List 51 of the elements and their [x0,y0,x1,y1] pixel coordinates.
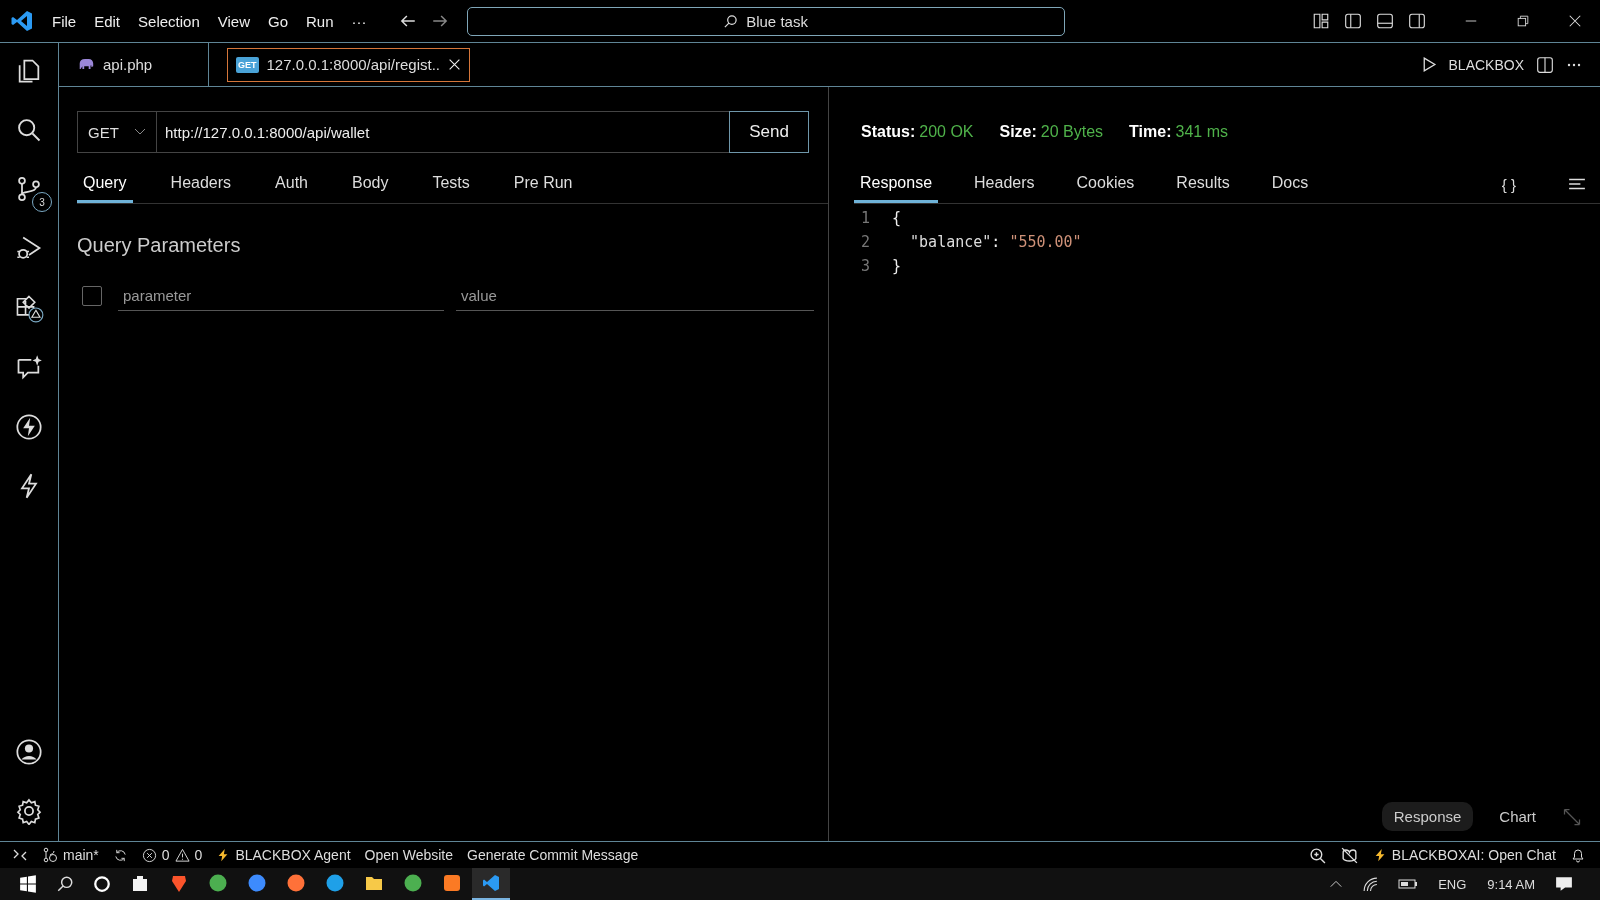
response-tab[interactable]: Results [1170,174,1236,203]
editor-tab[interactable]: GET 127.0.0.1:8000/api/regist.. [227,47,470,82]
method-badge: GET [236,56,259,73]
open-chat-status[interactable]: BLACKBOXAI: Open Chat [1372,847,1556,863]
branch-status[interactable]: main* [42,847,99,863]
line-number: 1 [860,209,872,227]
method-dropdown[interactable]: GET [77,111,157,153]
code-line: } [892,257,902,275]
response-tab[interactable]: Cookies [1070,174,1141,203]
stat-value: 341 ms [1175,123,1228,140]
request-tab[interactable]: Query [77,174,133,203]
response-tab[interactable]: Headers [968,174,1041,203]
code-line: { [892,209,902,227]
request-tab[interactable]: Pre Run [507,174,579,203]
view-toggle[interactable]: Response [1381,802,1474,831]
stat-value: 200 OK [919,123,974,140]
line-number: 3 [860,257,872,275]
stat-label: Time: [1129,123,1172,140]
menu-item[interactable]: File [52,12,77,30]
stat-label: Size: [999,123,1037,140]
send-button[interactable]: Send [729,111,809,153]
problems-status[interactable]: 0 0 [141,847,203,863]
menu-item[interactable]: Go [268,12,288,30]
request-tab[interactable]: Headers [164,174,238,203]
request-tab[interactable]: Body [346,174,395,203]
menu-item[interactable]: Edit [94,12,121,30]
menu-item[interactable]: Selection [138,12,200,30]
command-center[interactable]: Blue task [466,6,1065,36]
editor-tab[interactable]: api.php [59,43,209,86]
view-toggle[interactable]: Chart [1487,802,1548,831]
response-tab[interactable]: Docs [1265,174,1315,203]
menu-item[interactable]: View [217,12,250,30]
stat-label: Status: [861,123,916,140]
request-tab[interactable]: Tests [426,174,476,203]
count-badge: 3 [32,192,52,212]
status-item[interactable]: Generate Commit Message [467,847,639,863]
clock[interactable]: 9:14 AM [1487,876,1535,892]
language-indicator[interactable]: ENG [1438,876,1467,892]
blackbox-label[interactable]: BLACKBOX [1448,56,1524,73]
section-title: Query Parameters [77,234,242,257]
status-item[interactable]: BLACKBOX Agent [216,847,351,863]
stat-value: 20 Bytes [1040,123,1104,140]
url-field[interactable]: http://127.0.0.1:8000/api/wallet [157,111,729,153]
code-line: "balance": "550.00" [909,233,1082,251]
request-tab[interactable]: Auth [269,174,314,203]
menu-item[interactable]: ··· [351,12,367,30]
format-button[interactable]: { } [1501,176,1516,193]
status-item[interactable]: Open Website [364,847,454,863]
response-tab[interactable]: Response [854,174,939,203]
line-number: 2 [860,233,872,251]
menu-item[interactable]: Run [306,12,334,30]
